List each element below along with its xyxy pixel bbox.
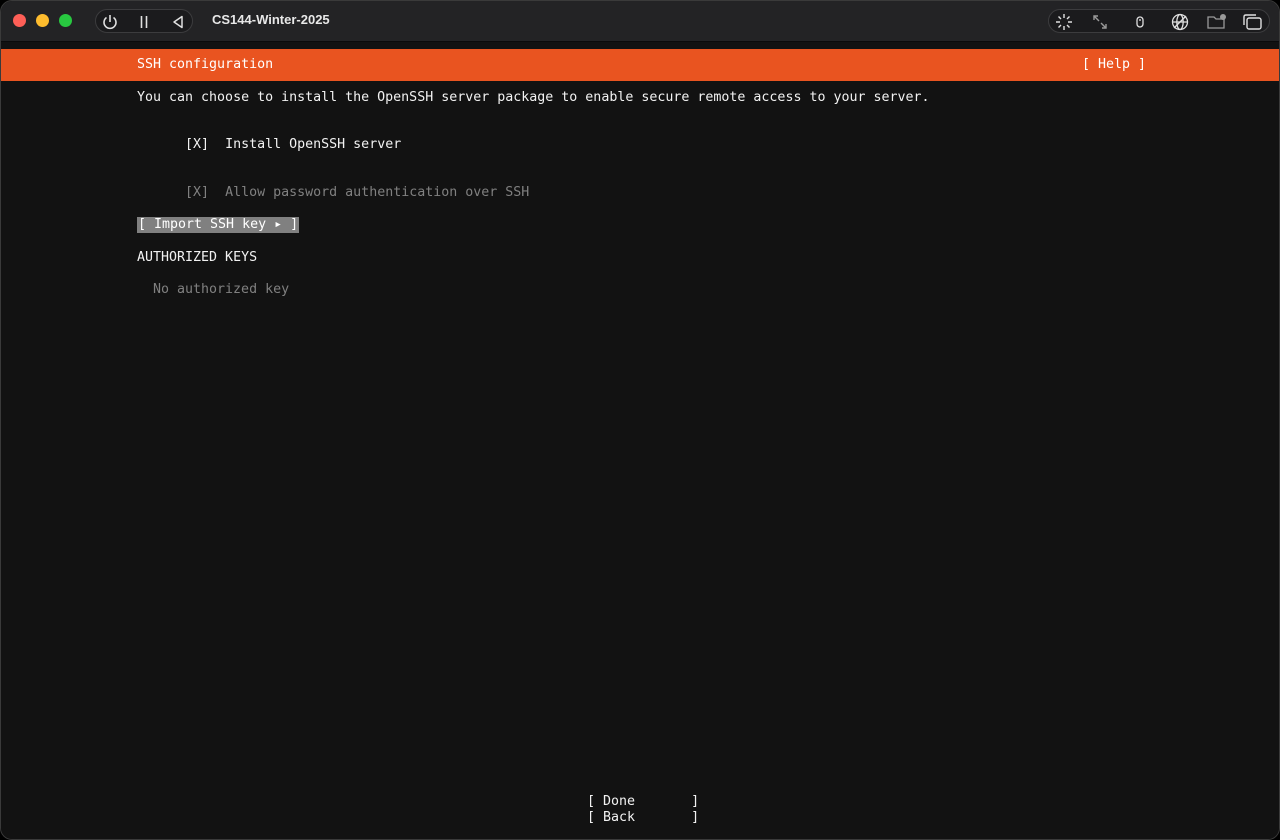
vm-toolbar: [1048, 9, 1270, 33]
vm-screen: SSH configuration [ Help ] You can choos…: [1, 42, 1279, 839]
network-icon[interactable]: [1169, 12, 1191, 32]
resize-icon[interactable]: [1089, 12, 1111, 32]
password-auth-option[interactable]: [X] Allow password authentication over S…: [137, 170, 529, 215]
close-window-button[interactable]: [13, 14, 26, 27]
page-title: SSH configuration: [137, 57, 274, 72]
window-titlebar: CS144-Winter-2025: [1, 1, 1279, 42]
intro-text: You can choose to install the OpenSSH se…: [137, 90, 930, 105]
power-icon[interactable]: [100, 12, 120, 32]
vm-window: CS144-Winter-2025 SSH configuration [He…: [0, 0, 1280, 840]
windows-icon[interactable]: [1241, 12, 1263, 32]
back-button[interactable]: [ Back ]: [587, 810, 699, 825]
no-authorized-key-text: No authorized key: [153, 282, 290, 297]
install-openssh-label: Install OpenSSH server: [225, 137, 402, 152]
install-openssh-checkbox[interactable]: [X]: [185, 137, 209, 152]
pause-icon[interactable]: [134, 12, 154, 32]
mouse-icon[interactable]: [1129, 12, 1151, 32]
password-auth-label: Allow password authentication over SSH: [225, 185, 530, 200]
vm-controls: [95, 9, 193, 33]
authorized-keys-heading: AUTHORIZED KEYS: [137, 250, 258, 265]
installer-header: SSH configuration [ Help ]: [1, 49, 1279, 81]
back-icon[interactable]: [168, 12, 188, 32]
install-openssh-option[interactable]: [X] Install OpenSSH server: [137, 122, 401, 167]
minimize-window-button[interactable]: [36, 14, 49, 27]
help-button[interactable]: [ Help ]: [1082, 57, 1146, 72]
sparkle-icon[interactable]: [1053, 12, 1075, 32]
password-auth-checkbox[interactable]: [X]: [185, 185, 209, 200]
vm-title: CS144-Winter-2025: [212, 12, 330, 27]
import-ssh-key-button[interactable]: [ Import SSH key ▸ ]: [137, 217, 300, 233]
shared-folder-icon[interactable]: [1206, 12, 1228, 32]
done-button[interactable]: [ Done ]: [587, 794, 699, 809]
zoom-window-button[interactable]: [59, 14, 72, 27]
